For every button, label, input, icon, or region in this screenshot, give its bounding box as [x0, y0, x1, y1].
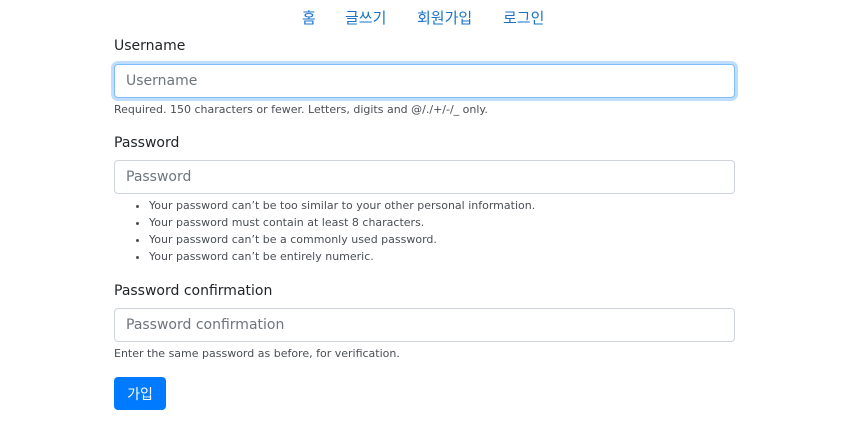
password-rules-list: Your password can’t be too similar to yo…	[114, 197, 535, 265]
password-confirmation-help-text: Enter the same password as before, for v…	[114, 347, 400, 360]
top-nav: 홈 글쓰기 회원가입 로그인	[0, 8, 845, 28]
nav-link-login[interactable]: 로그인	[503, 8, 544, 28]
username-help-text: Required. 150 characters or fewer. Lette…	[114, 103, 488, 116]
password-confirmation-input[interactable]	[114, 308, 735, 342]
password-rule-item: Your password can’t be a commonly used p…	[149, 231, 535, 248]
password-rule-item: Your password must contain at least 8 ch…	[149, 214, 535, 231]
username-input[interactable]	[114, 64, 735, 98]
username-label: Username	[114, 38, 186, 54]
password-confirmation-label: Password confirmation	[114, 283, 273, 299]
password-rule-item: Your password can’t be entirely numeric.	[149, 248, 535, 265]
password-input[interactable]	[114, 160, 735, 194]
nav-link-signup[interactable]: 회원가입	[417, 8, 472, 28]
nav-link-home[interactable]: 홈	[302, 8, 316, 28]
password-label: Password	[114, 135, 180, 151]
signup-submit-button[interactable]: 가입	[114, 377, 166, 410]
password-rule-item: Your password can’t be too similar to yo…	[149, 197, 535, 214]
nav-link-write[interactable]: 글쓰기	[345, 8, 386, 28]
